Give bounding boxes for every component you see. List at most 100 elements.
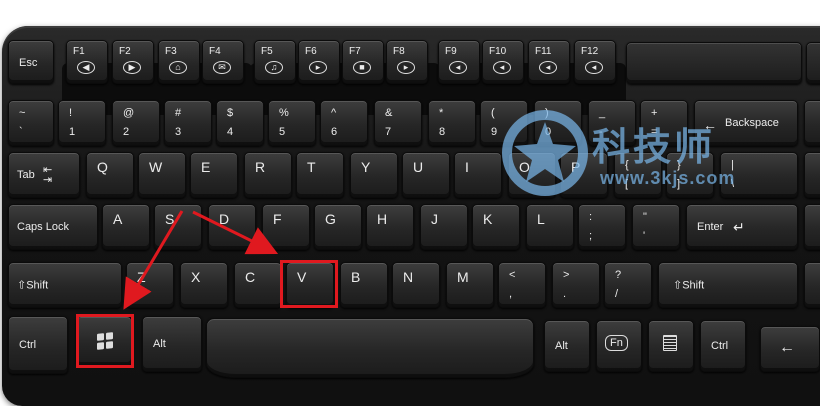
key-quote[interactable]: " ' xyxy=(632,204,680,250)
key-f1[interactable]: F1 ◀ xyxy=(66,40,108,84)
play-pause-icon: ▸ xyxy=(309,61,327,74)
mute-icon: ◂ xyxy=(493,61,511,74)
key-caps-lock[interactable]: Caps Lock xyxy=(8,204,98,250)
key-s[interactable]: S xyxy=(154,204,202,250)
key-f2[interactable]: F2 ▶ xyxy=(112,40,154,84)
key-r[interactable]: R xyxy=(244,152,292,198)
key-c[interactable]: C xyxy=(234,262,282,308)
key-0[interactable]: ) 0 xyxy=(534,100,582,146)
key-t[interactable]: T xyxy=(296,152,344,198)
key-right-bracket[interactable]: }] xyxy=(666,152,714,198)
key-f12[interactable]: F12 ◂ xyxy=(574,40,616,84)
key-ctrl-right[interactable]: Ctrl xyxy=(700,320,746,372)
key-f8[interactable]: F8 ▸ xyxy=(386,40,428,84)
left-arrow-icon: ← xyxy=(779,339,795,356)
key-j[interactable]: J xyxy=(420,204,468,250)
key-space[interactable] xyxy=(206,318,534,378)
stop-icon: ■ xyxy=(353,61,371,74)
key-4[interactable]: $4 xyxy=(216,100,264,146)
key-esc[interactable]: Esc xyxy=(8,40,54,84)
key-backspace[interactable]: Backspace ← xyxy=(694,100,798,146)
key-7[interactable]: & 7 xyxy=(374,100,422,146)
shift-right-label: ⇧Shift xyxy=(673,279,705,292)
key-left-bracket[interactable]: {[ xyxy=(614,152,662,198)
key-minus[interactable]: _ - xyxy=(588,100,636,146)
key-y[interactable]: Y xyxy=(350,152,398,198)
music-icon: ♫ xyxy=(265,61,283,74)
key-l[interactable]: L xyxy=(526,204,574,250)
media-icon: ▶ xyxy=(123,61,141,74)
key-alt-left[interactable]: Alt xyxy=(142,316,202,372)
blank-panel xyxy=(626,42,802,84)
key-edge-right-3 xyxy=(804,204,820,250)
key-backslash[interactable]: | \ xyxy=(720,152,798,198)
key-edge-right-2 xyxy=(804,152,820,198)
home-icon: ⌂ xyxy=(169,61,187,74)
key-f[interactable]: F xyxy=(262,204,310,250)
key-arrow-left[interactable]: ← xyxy=(760,326,820,372)
key-edge-right-1 xyxy=(804,100,820,146)
tab-arrows-icon: ⇤ ⇥ xyxy=(43,164,53,186)
key-e[interactable]: E xyxy=(190,152,238,198)
highlight-v-key xyxy=(280,260,338,308)
key-f5[interactable]: F5 ♫ xyxy=(254,40,296,84)
key-fn[interactable]: Fn xyxy=(596,320,642,372)
key-enter[interactable]: Enter ↵ xyxy=(686,204,798,250)
media-icon: ◀ xyxy=(77,61,95,74)
key-2[interactable]: @2 xyxy=(112,100,160,146)
key-shift-right[interactable]: ⇧Shift xyxy=(658,262,798,308)
highlight-windows-key xyxy=(76,314,134,368)
key-8[interactable]: * 8 xyxy=(428,100,476,146)
key-ctrl-left[interactable]: Ctrl xyxy=(8,316,68,374)
key-tilde[interactable]: ~ ` xyxy=(8,100,54,146)
backspace-arrow-icon: ← xyxy=(703,117,717,133)
key-q[interactable]: Q xyxy=(86,152,134,198)
key-m[interactable]: M xyxy=(446,262,494,308)
key-6[interactable]: ^ 6 xyxy=(320,100,368,146)
key-f7[interactable]: F7 ■ xyxy=(342,40,384,84)
key-menu[interactable] xyxy=(648,320,694,372)
key-comma[interactable]: <, xyxy=(498,262,546,308)
key-o[interactable]: O xyxy=(508,152,556,198)
key-w[interactable]: W xyxy=(138,152,186,198)
key-edge-right-4 xyxy=(804,262,820,308)
key-5[interactable]: % 5 xyxy=(268,100,316,146)
key-i[interactable]: I xyxy=(454,152,502,198)
key-9[interactable]: (9 xyxy=(480,100,528,146)
key-x[interactable]: X xyxy=(180,262,228,308)
key-u[interactable]: U xyxy=(402,152,450,198)
key-b[interactable]: B xyxy=(340,262,388,308)
previous-icon: ◂ xyxy=(449,61,467,74)
key-equals[interactable]: + = xyxy=(640,100,688,146)
key-n[interactable]: N xyxy=(392,262,440,308)
next-icon: ▸ xyxy=(397,61,415,74)
blank-panel-right xyxy=(806,42,820,84)
key-d[interactable]: D xyxy=(208,204,256,250)
key-period[interactable]: >. xyxy=(552,262,600,308)
key-z[interactable]: Z xyxy=(126,262,174,308)
key-f10[interactable]: F10 ◂ xyxy=(482,40,524,84)
key-p[interactable]: P xyxy=(560,152,608,198)
key-g[interactable]: G xyxy=(314,204,362,250)
menu-icon xyxy=(663,335,677,351)
key-f6[interactable]: F6 ▸ xyxy=(298,40,340,84)
key-alt-right[interactable]: Alt xyxy=(544,320,590,372)
key-h[interactable]: H xyxy=(366,204,414,250)
key-f11[interactable]: F11 ◂ xyxy=(528,40,570,84)
key-shift-left[interactable]: ⇧Shift xyxy=(8,262,122,308)
shift-left-label: ⇧Shift xyxy=(17,279,49,292)
volume-up-icon: ◂ xyxy=(585,61,603,74)
volume-down-icon: ◂ xyxy=(539,61,557,74)
enter-arrow-icon: ↵ xyxy=(733,219,745,235)
mail-icon: ✉ xyxy=(213,61,231,74)
key-a[interactable]: A xyxy=(102,204,150,250)
key-3[interactable]: #3 xyxy=(164,100,212,146)
key-f9[interactable]: F9 ◂ xyxy=(438,40,480,84)
key-f3[interactable]: F3 ⌂ xyxy=(158,40,200,84)
key-f4[interactable]: F4 ✉ xyxy=(202,40,244,84)
key-1[interactable]: ! 1 xyxy=(58,100,106,146)
key-slash[interactable]: ? / xyxy=(604,262,652,308)
key-semicolon[interactable]: :; xyxy=(578,204,626,250)
key-tab[interactable]: Tab ⇤ ⇥ xyxy=(8,152,80,198)
key-k[interactable]: K xyxy=(472,204,520,250)
